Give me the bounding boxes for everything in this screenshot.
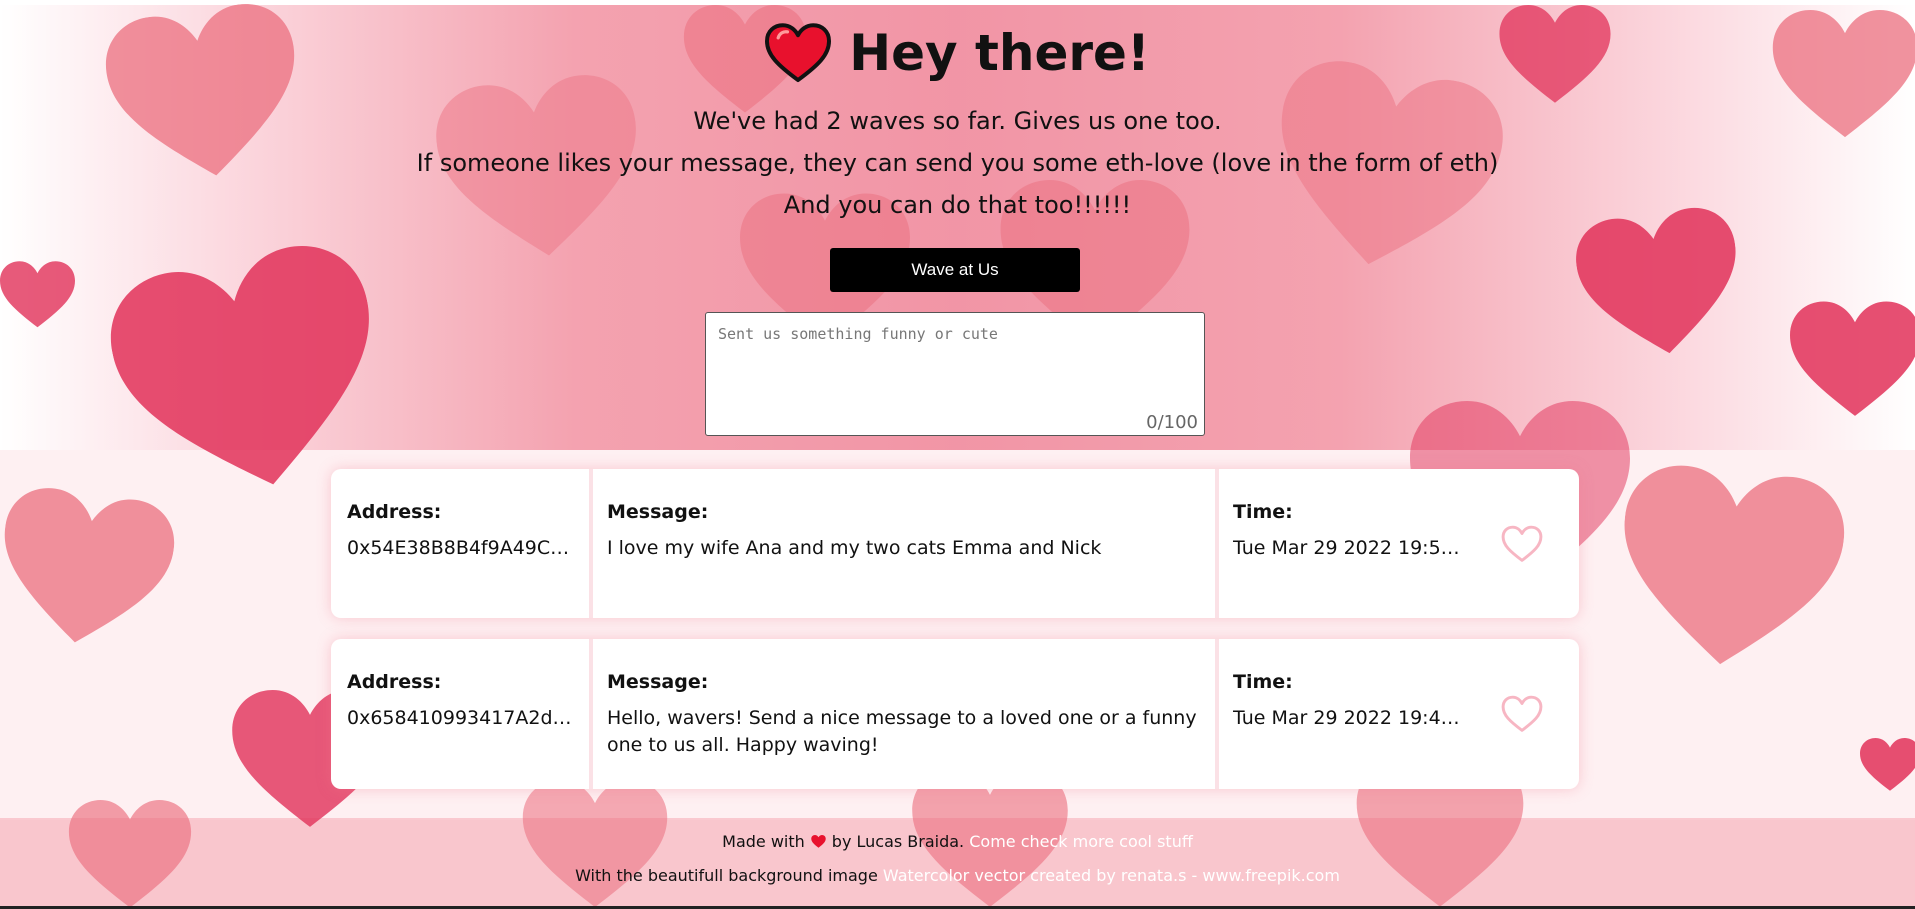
wave-card: Address: 0x658410993417A2dE0a... Message…: [331, 639, 1579, 789]
heart-outline-icon[interactable]: [1501, 695, 1543, 733]
wave-card: Address: 0x54E38B8B4f9A49Cb1b... Message…: [331, 469, 1579, 618]
heart-outline-icon[interactable]: [1501, 525, 1543, 563]
address-label: Address:: [347, 671, 442, 693]
message-label: Message:: [607, 501, 709, 523]
header: Hey there! We've had 2 waves so far. Giv…: [0, 18, 1915, 226]
message-value: I love my wife Ana and my two cats Emma …: [607, 537, 1102, 559]
heart-icon: [811, 835, 826, 848]
char-counter: 0/100: [1146, 412, 1198, 433]
footer-background-credit: With the beautifull background image Wat…: [0, 866, 1915, 885]
wave-count-text: We've had 2 waves so far. Gives us one t…: [693, 107, 1222, 135]
address-label: Address:: [347, 501, 442, 523]
bg-heart: [60, 800, 200, 909]
address-column: Address: 0x658410993417A2dE0a...: [331, 639, 589, 789]
address-value: 0x658410993417A2dE0a...: [347, 707, 577, 729]
info-text: If someone likes your message, they can …: [416, 149, 1499, 177]
bg-heart: [0, 235, 75, 355]
title-row: Hey there!: [0, 18, 1915, 88]
time-label: Time:: [1233, 671, 1293, 693]
footer-credits: Made with by Lucas Braida. Come check mor…: [0, 832, 1915, 851]
message-column: Message: I love my wife Ana and my two c…: [589, 469, 1215, 618]
page-title: Hey there!: [849, 24, 1150, 82]
message-column: Message: Hello, wavers! Send a nice mess…: [589, 639, 1215, 789]
time-value: Tue Mar 29 2022 19:52:2...: [1233, 537, 1465, 559]
address-column: Address: 0x54E38B8B4f9A49Cb1b...: [331, 469, 589, 618]
bg-heart: [1790, 280, 1915, 440]
bg-heart: [0, 459, 183, 681]
message-label: Message:: [607, 671, 709, 693]
bg-heart: [1860, 700, 1915, 830]
heart-icon: [765, 23, 832, 83]
made-with-text: Made with: [722, 832, 805, 851]
cta-text: And you can do that too!!!!!!: [783, 191, 1132, 219]
freepik-link[interactable]: Watercolor vector created by renata.s - …: [883, 866, 1340, 885]
time-column: Time: Tue Mar 29 2022 19:49:5...: [1215, 639, 1505, 789]
message-box: 0/100: [705, 312, 1205, 436]
wave-button[interactable]: Wave at Us: [830, 248, 1080, 292]
author-text: by Lucas Braida.: [831, 832, 965, 851]
time-value: Tue Mar 29 2022 19:49:5...: [1233, 707, 1465, 729]
cool-stuff-link[interactable]: Come check more cool stuff: [969, 832, 1193, 851]
background-credit-text: With the beautifull background image: [575, 866, 878, 885]
time-label: Time:: [1233, 501, 1293, 523]
time-column: Time: Tue Mar 29 2022 19:52:2...: [1215, 469, 1505, 618]
message-value: Hello, wavers! Send a nice message to a …: [607, 707, 1197, 756]
bg-heart: [1610, 454, 1851, 686]
message-input[interactable]: [706, 313, 1204, 435]
address-value: 0x54E38B8B4f9A49Cb1b...: [347, 537, 577, 559]
